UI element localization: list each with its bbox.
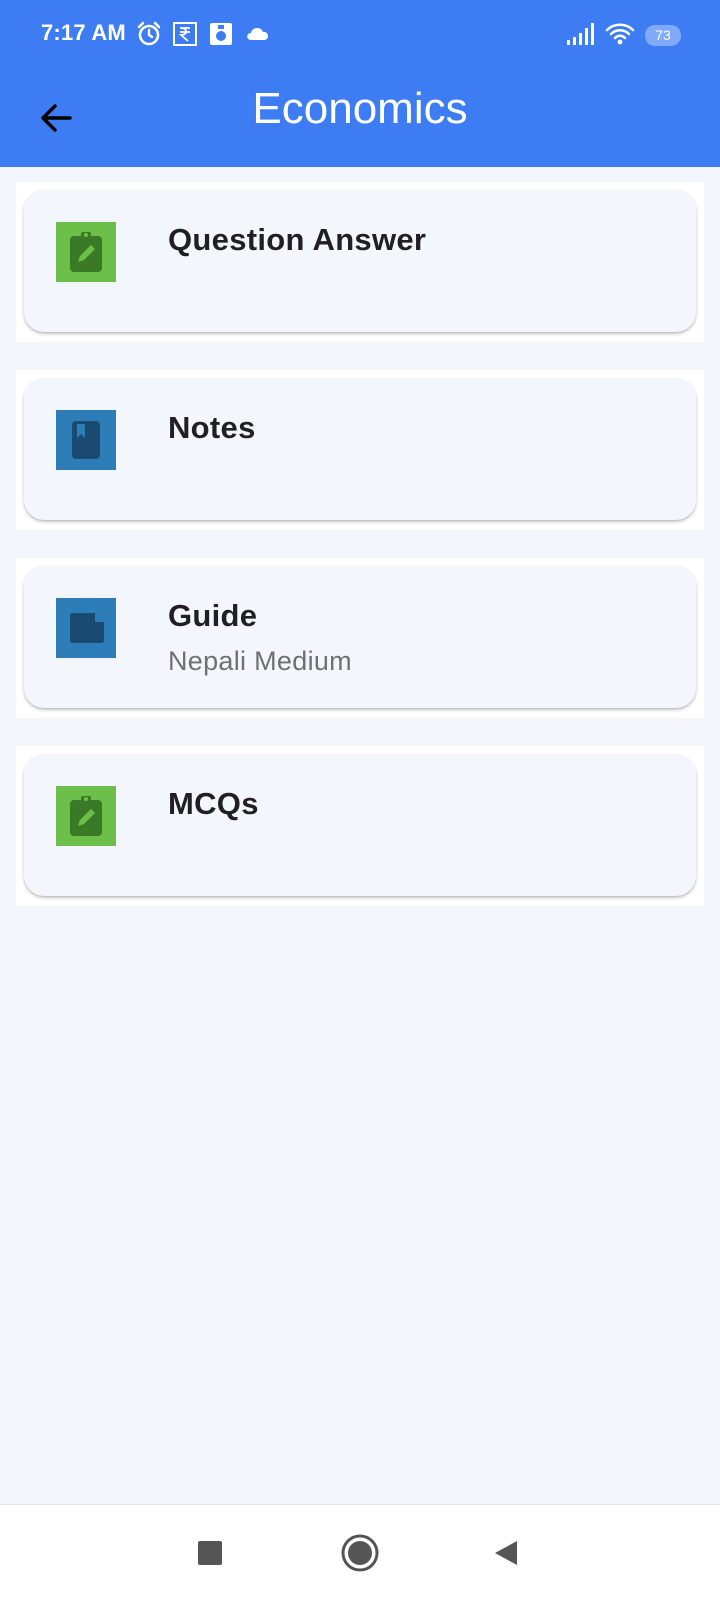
clipboard-edit-icon <box>56 222 116 282</box>
circle-icon <box>341 1534 379 1572</box>
alarm-icon <box>136 21 162 52</box>
wifi-icon <box>605 22 635 51</box>
status-time: 7:17 AM <box>41 20 126 45</box>
app-bar: Economics <box>0 70 720 167</box>
item-title: Question Answer <box>168 222 427 257</box>
battery-icon: 73 <box>645 25 681 46</box>
item-title: MCQs <box>168 786 259 821</box>
list-item-guide[interactable]: Guide Nepali Medium <box>24 566 696 708</box>
cloud-icon <box>244 21 272 52</box>
recents-button[interactable] <box>186 1529 234 1577</box>
back-button[interactable] <box>482 1529 530 1577</box>
top-bar: 7:17 AM 73 Economics <box>0 0 720 167</box>
item-title: Notes <box>168 410 256 445</box>
list-item-slot: Guide Nepali Medium <box>16 558 704 718</box>
list-item-slot: Question Answer <box>16 182 704 342</box>
bookmark-book-icon <box>56 410 116 470</box>
list-item-mcqs[interactable]: MCQs <box>24 754 696 896</box>
item-title: Guide <box>168 598 258 633</box>
clipboard-edit-icon <box>56 786 116 846</box>
item-subtitle: Nepali Medium <box>168 646 352 676</box>
status-bar: 7:17 AM 73 <box>0 0 720 70</box>
system-nav-bar <box>0 1504 720 1600</box>
document-icon <box>56 598 116 658</box>
square-icon <box>198 1541 222 1565</box>
app-icon <box>208 21 234 52</box>
list-item-notes[interactable]: Notes <box>24 378 696 520</box>
signal-icon <box>566 22 596 51</box>
list-item-slot: MCQs <box>16 746 704 906</box>
triangle-back-icon <box>495 1541 517 1565</box>
list-item-slot: Notes <box>16 370 704 530</box>
home-button[interactable] <box>336 1529 384 1577</box>
page-title: Economics <box>252 84 468 133</box>
list-item-question-answer[interactable]: Question Answer <box>24 190 696 332</box>
rupee-icon <box>172 21 198 52</box>
